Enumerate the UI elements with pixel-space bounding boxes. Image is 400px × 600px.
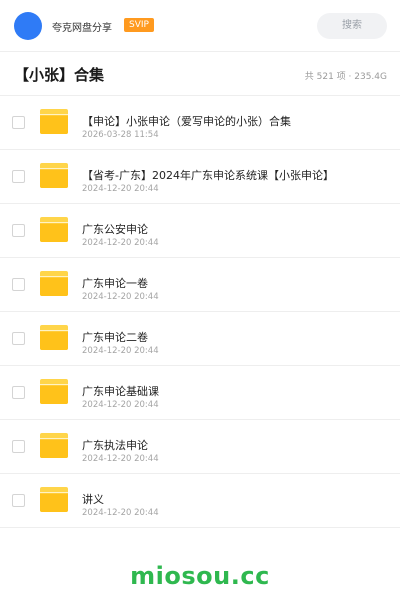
list-item[interactable]: 【申论】小张申论（爱写申论的小张）合集 2026-03-28 11:54	[0, 96, 400, 150]
share-page: 夸克网盘分享 SVIP 搜索 【小张】合集 共 521 项 · 235.4G 【…	[0, 0, 400, 600]
select-checkbox[interactable]	[12, 332, 25, 345]
select-checkbox[interactable]	[12, 170, 25, 183]
select-checkbox[interactable]	[12, 224, 25, 237]
select-checkbox[interactable]	[12, 278, 25, 291]
list-item[interactable]: 广东执法申论 2024-12-20 20:44	[0, 420, 400, 474]
file-date: 2024-12-20 20:44	[82, 184, 159, 194]
folder-icon	[40, 487, 68, 512]
file-name: 广东申论基础课	[82, 385, 159, 398]
file-date: 2024-12-20 20:44	[82, 454, 159, 464]
file-name: 广东公安申论	[82, 223, 148, 236]
file-date: 2024-12-20 20:44	[82, 238, 159, 248]
select-checkbox[interactable]	[12, 440, 25, 453]
folder-icon	[40, 379, 68, 404]
svip-badge: SVIP	[124, 18, 154, 32]
list-item[interactable]: 广东公安申论 2024-12-20 20:44	[0, 204, 400, 258]
site-watermark: miosou.cc	[130, 562, 270, 590]
file-name: 广东申论一卷	[82, 277, 148, 290]
file-date: 2024-12-20 20:44	[82, 346, 159, 356]
list-item[interactable]: 广东申论二卷 2024-12-20 20:44	[0, 312, 400, 366]
folder-icon	[40, 271, 68, 296]
search-button[interactable]: 搜索	[317, 13, 387, 39]
folder-icon	[40, 109, 68, 134]
file-date: 2024-12-20 20:44	[82, 292, 159, 302]
select-checkbox[interactable]	[12, 116, 25, 129]
brand-name: 夸克网盘分享	[52, 23, 112, 34]
list-item[interactable]: 广东申论基础课 2024-12-20 20:44	[0, 366, 400, 420]
list-item[interactable]: 【省考-广东】2024年广东申论系统课【小张申论】 2024-12-20 20:…	[0, 150, 400, 204]
folder-icon	[40, 433, 68, 458]
file-name: 讲义	[82, 493, 104, 506]
select-checkbox[interactable]	[12, 494, 25, 507]
file-name: 【申论】小张申论（爱写申论的小张）合集	[82, 115, 291, 128]
list-item[interactable]: 广东申论一卷 2024-12-20 20:44	[0, 258, 400, 312]
file-date: 2024-12-20 20:44	[82, 400, 159, 410]
avatar[interactable]	[14, 12, 42, 40]
file-name: 【省考-广东】2024年广东申论系统课【小张申论】	[82, 169, 334, 182]
collection-header: 【小张】合集 共 521 项 · 235.4G	[0, 52, 400, 96]
top-bar: 夸克网盘分享 SVIP 搜索	[0, 0, 400, 52]
folder-icon	[40, 325, 68, 350]
page-title: 【小张】合集	[14, 66, 105, 84]
select-checkbox[interactable]	[12, 386, 25, 399]
list-item[interactable]: 讲义 2024-12-20 20:44	[0, 474, 400, 528]
folder-icon	[40, 217, 68, 242]
file-name: 广东执法申论	[82, 439, 148, 452]
file-date: 2024-12-20 20:44	[82, 508, 159, 518]
file-date: 2026-03-28 11:54	[82, 130, 159, 140]
file-name: 广东申论二卷	[82, 331, 148, 344]
file-list: 【申论】小张申论（爱写申论的小张）合集 2026-03-28 11:54 【省考…	[0, 96, 400, 528]
collection-summary: 共 521 项 · 235.4G	[304, 72, 387, 82]
folder-icon	[40, 163, 68, 188]
